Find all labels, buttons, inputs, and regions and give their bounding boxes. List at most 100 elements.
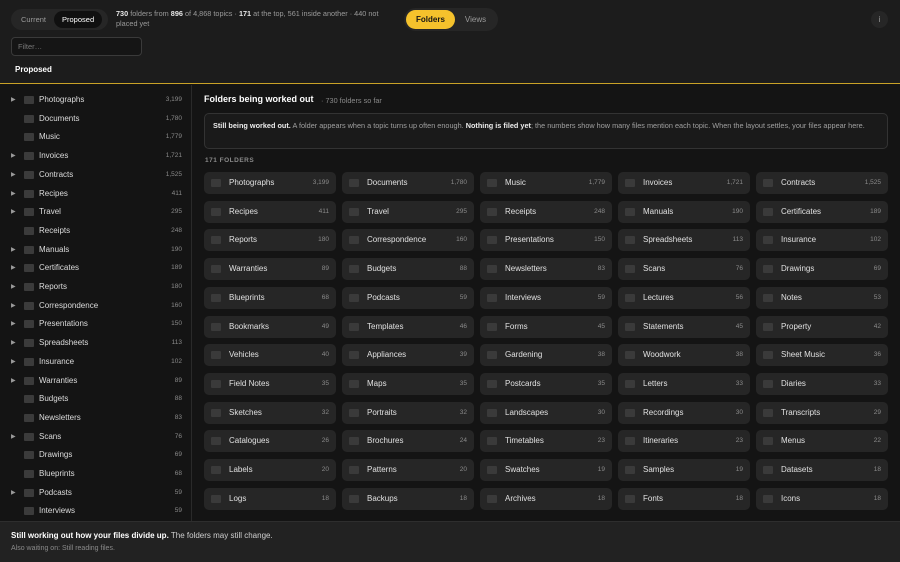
tab-current[interactable]: Current [13, 11, 54, 28]
folder-card[interactable]: Statements 45 [618, 315, 750, 338]
folder-card[interactable]: Maps 35 [342, 372, 474, 395]
sidebar-item[interactable]: ▶ Warranties 89 [0, 372, 191, 390]
sidebar-item[interactable]: Interviews 59 [0, 502, 191, 520]
sidebar-item[interactable]: Receipts 248 [0, 222, 191, 240]
folders-button[interactable]: Folders [406, 10, 455, 29]
chevron-right-icon[interactable]: ▶ [11, 433, 16, 440]
sidebar-item[interactable]: ▶ Contracts 1,525 [0, 166, 191, 184]
folder-card[interactable]: Lectures 56 [618, 286, 750, 309]
folder-card[interactable]: Catalogues 26 [204, 430, 336, 453]
folder-card[interactable]: Appliances 39 [342, 344, 474, 367]
folder-card[interactable]: Timetables 23 [480, 430, 612, 453]
folder-card[interactable]: Templates 46 [342, 315, 474, 338]
folder-card[interactable]: Insurance 102 [756, 229, 888, 252]
folder-card[interactable]: Samples 19 [618, 459, 750, 481]
sidebar-item[interactable]: ▶ Podcasts 59 [0, 484, 191, 502]
sidebar-item[interactable]: Newsletters 83 [0, 409, 191, 427]
folder-card[interactable]: Swatches 19 [480, 459, 612, 481]
folder-card[interactable]: Notes 53 [756, 286, 888, 309]
folder-card[interactable]: Letters 33 [618, 372, 750, 395]
chevron-right-icon[interactable]: ▶ [11, 283, 16, 290]
folder-card[interactable]: Sketches 32 [204, 401, 336, 424]
folder-card[interactable]: Property 42 [756, 315, 888, 338]
filter-input[interactable] [11, 37, 142, 56]
sidebar-item[interactable]: ▶ Correspondence 160 [0, 297, 191, 315]
sidebar-item[interactable]: ▶ Photographs 3,199 [0, 91, 191, 109]
sidebar-item[interactable]: ▶ Presentations 150 [0, 315, 191, 333]
chevron-right-icon[interactable]: ▶ [11, 171, 16, 178]
folder-card[interactable]: Transcripts 29 [756, 401, 888, 424]
folder-card[interactable]: Presentations 150 [480, 229, 612, 252]
folder-card[interactable]: Contracts 1,525 [756, 172, 888, 194]
sidebar-item[interactable]: ▶ Recipes 411 [0, 185, 191, 203]
folder-card[interactable]: Icons 18 [756, 487, 888, 510]
views-button[interactable]: Views [455, 10, 496, 29]
folder-card[interactable]: Brochures 24 [342, 430, 474, 453]
chevron-right-icon[interactable]: ▶ [11, 302, 16, 309]
folder-card[interactable]: Podcasts 59 [342, 286, 474, 309]
chevron-right-icon[interactable]: ▶ [11, 358, 16, 365]
chevron-right-icon[interactable]: ▶ [11, 489, 16, 496]
sidebar-item[interactable]: ▶ Reports 180 [0, 278, 191, 296]
chevron-right-icon[interactable]: ▶ [11, 264, 16, 271]
folder-card[interactable]: Newsletters 83 [480, 258, 612, 281]
folder-card[interactable]: Portraits 32 [342, 401, 474, 424]
chevron-right-icon[interactable]: ▶ [11, 320, 16, 327]
folder-card[interactable]: Warranties 89 [204, 258, 336, 281]
folder-card[interactable]: Recordings 30 [618, 401, 750, 424]
folder-card[interactable]: Scans 76 [618, 258, 750, 281]
folder-card[interactable]: Archives 18 [480, 487, 612, 510]
folder-card[interactable]: Labels 20 [204, 459, 336, 481]
sidebar-item[interactable]: ▶ Insurance 102 [0, 353, 191, 371]
sidebar-item[interactable]: ▶ Travel 295 [0, 203, 191, 221]
folder-card[interactable]: Fonts 18 [618, 487, 750, 510]
sidebar-item[interactable]: Music 1,779 [0, 128, 191, 146]
folder-card[interactable]: Woodwork 38 [618, 344, 750, 367]
chevron-right-icon[interactable]: ▶ [11, 246, 16, 253]
tab-proposed[interactable]: Proposed [54, 11, 103, 28]
folder-card[interactable]: Spreadsheets 113 [618, 229, 750, 252]
chevron-right-icon[interactable]: ▶ [11, 152, 16, 159]
folder-card[interactable]: Manuals 190 [618, 200, 750, 223]
folder-card[interactable]: Menus 22 [756, 430, 888, 453]
folder-card[interactable]: Music 1,779 [480, 172, 612, 194]
folder-card[interactable]: Photographs 3,199 [204, 172, 336, 194]
folder-card[interactable]: Bookmarks 49 [204, 315, 336, 338]
sidebar-item[interactable]: Blueprints 68 [0, 465, 191, 483]
sidebar-item[interactable]: ▶ Invoices 1,721 [0, 147, 191, 165]
chevron-right-icon[interactable]: ▶ [11, 96, 16, 103]
folder-card[interactable]: Certificates 189 [756, 200, 888, 223]
folder-card[interactable]: Postcards 35 [480, 372, 612, 395]
folder-card[interactable]: Sheet Music 36 [756, 344, 888, 367]
chevron-right-icon[interactable]: ▶ [11, 377, 16, 384]
chevron-right-icon[interactable]: ▶ [11, 208, 16, 215]
folder-card[interactable]: Recipes 411 [204, 200, 336, 223]
folder-card[interactable]: Field Notes 35 [204, 372, 336, 395]
sidebar-item[interactable]: Documents 1,780 [0, 110, 191, 128]
chevron-right-icon[interactable]: ▶ [11, 190, 16, 197]
info-button[interactable]: i [871, 11, 888, 28]
sidebar-item[interactable]: Budgets 88 [0, 390, 191, 408]
folder-card[interactable]: Blueprints 68 [204, 286, 336, 309]
folder-card[interactable]: Backups 18 [342, 487, 474, 510]
folder-card[interactable]: Gardening 38 [480, 344, 612, 367]
folder-card[interactable]: Budgets 88 [342, 258, 474, 281]
folder-card[interactable]: Interviews 59 [480, 286, 612, 309]
sidebar-item[interactable]: ▶ Certificates 189 [0, 259, 191, 277]
folder-card[interactable]: Datasets 18 [756, 459, 888, 481]
folder-card[interactable]: Itineraries 23 [618, 430, 750, 453]
folder-card[interactable]: Correspondence 160 [342, 229, 474, 252]
folder-card[interactable]: Documents 1,780 [342, 172, 474, 194]
folder-card[interactable]: Invoices 1,721 [618, 172, 750, 194]
folder-card[interactable]: Travel 295 [342, 200, 474, 223]
folder-card[interactable]: Logs 18 [204, 487, 336, 510]
folder-card[interactable]: Patterns 20 [342, 459, 474, 481]
folder-card[interactable]: Drawings 69 [756, 258, 888, 281]
folder-card[interactable]: Vehicles 40 [204, 344, 336, 367]
chevron-right-icon[interactable]: ▶ [11, 339, 16, 346]
sidebar-item[interactable]: Drawings 69 [0, 446, 191, 464]
folder-card[interactable]: Landscapes 30 [480, 401, 612, 424]
folder-card[interactable]: Forms 45 [480, 315, 612, 338]
folder-card[interactable]: Receipts 248 [480, 200, 612, 223]
folder-card[interactable]: Reports 180 [204, 229, 336, 252]
